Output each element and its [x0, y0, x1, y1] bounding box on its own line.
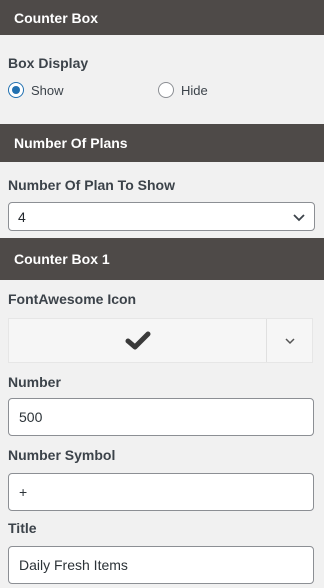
icon-picker-toggle[interactable] — [267, 319, 312, 362]
plans-select[interactable]: 4 — [8, 202, 315, 231]
section-title: Number Of Plans — [14, 135, 128, 151]
chevron-down-icon — [284, 337, 295, 344]
title-label: Title — [8, 520, 37, 536]
number-symbol-label: Number Symbol — [8, 447, 116, 463]
section-title: Counter Box 1 — [14, 251, 110, 267]
plans-select-value: 4 — [18, 208, 26, 225]
radio-show-label: Show — [31, 82, 64, 98]
box-display-radio-group: Show Hide — [8, 82, 318, 100]
radio-hide[interactable]: Hide — [158, 82, 208, 98]
icon-picker[interactable] — [8, 318, 313, 363]
radio-hide-circle[interactable] — [158, 82, 174, 98]
fontawesome-icon-label: FontAwesome Icon — [8, 291, 137, 307]
number-symbol-input[interactable] — [8, 473, 314, 511]
chevron-down-icon — [293, 214, 305, 222]
box-display-label: Box Display — [8, 55, 89, 71]
section-header-counter-box: Counter Box — [0, 0, 324, 35]
section-title: Counter Box — [14, 9, 98, 26]
number-label: Number — [8, 374, 61, 390]
radio-show[interactable]: Show — [8, 82, 64, 98]
section-header-number-of-plans: Number Of Plans — [0, 124, 324, 162]
check-icon — [125, 331, 150, 349]
plans-label: Number Of Plan To Show — [8, 177, 175, 193]
icon-picker-preview[interactable] — [9, 319, 267, 362]
radio-show-circle[interactable] — [8, 82, 24, 98]
number-input[interactable] — [8, 398, 314, 436]
section-header-counter-box-1: Counter Box 1 — [0, 238, 324, 280]
radio-hide-label: Hide — [181, 82, 208, 98]
title-input[interactable] — [8, 546, 314, 584]
